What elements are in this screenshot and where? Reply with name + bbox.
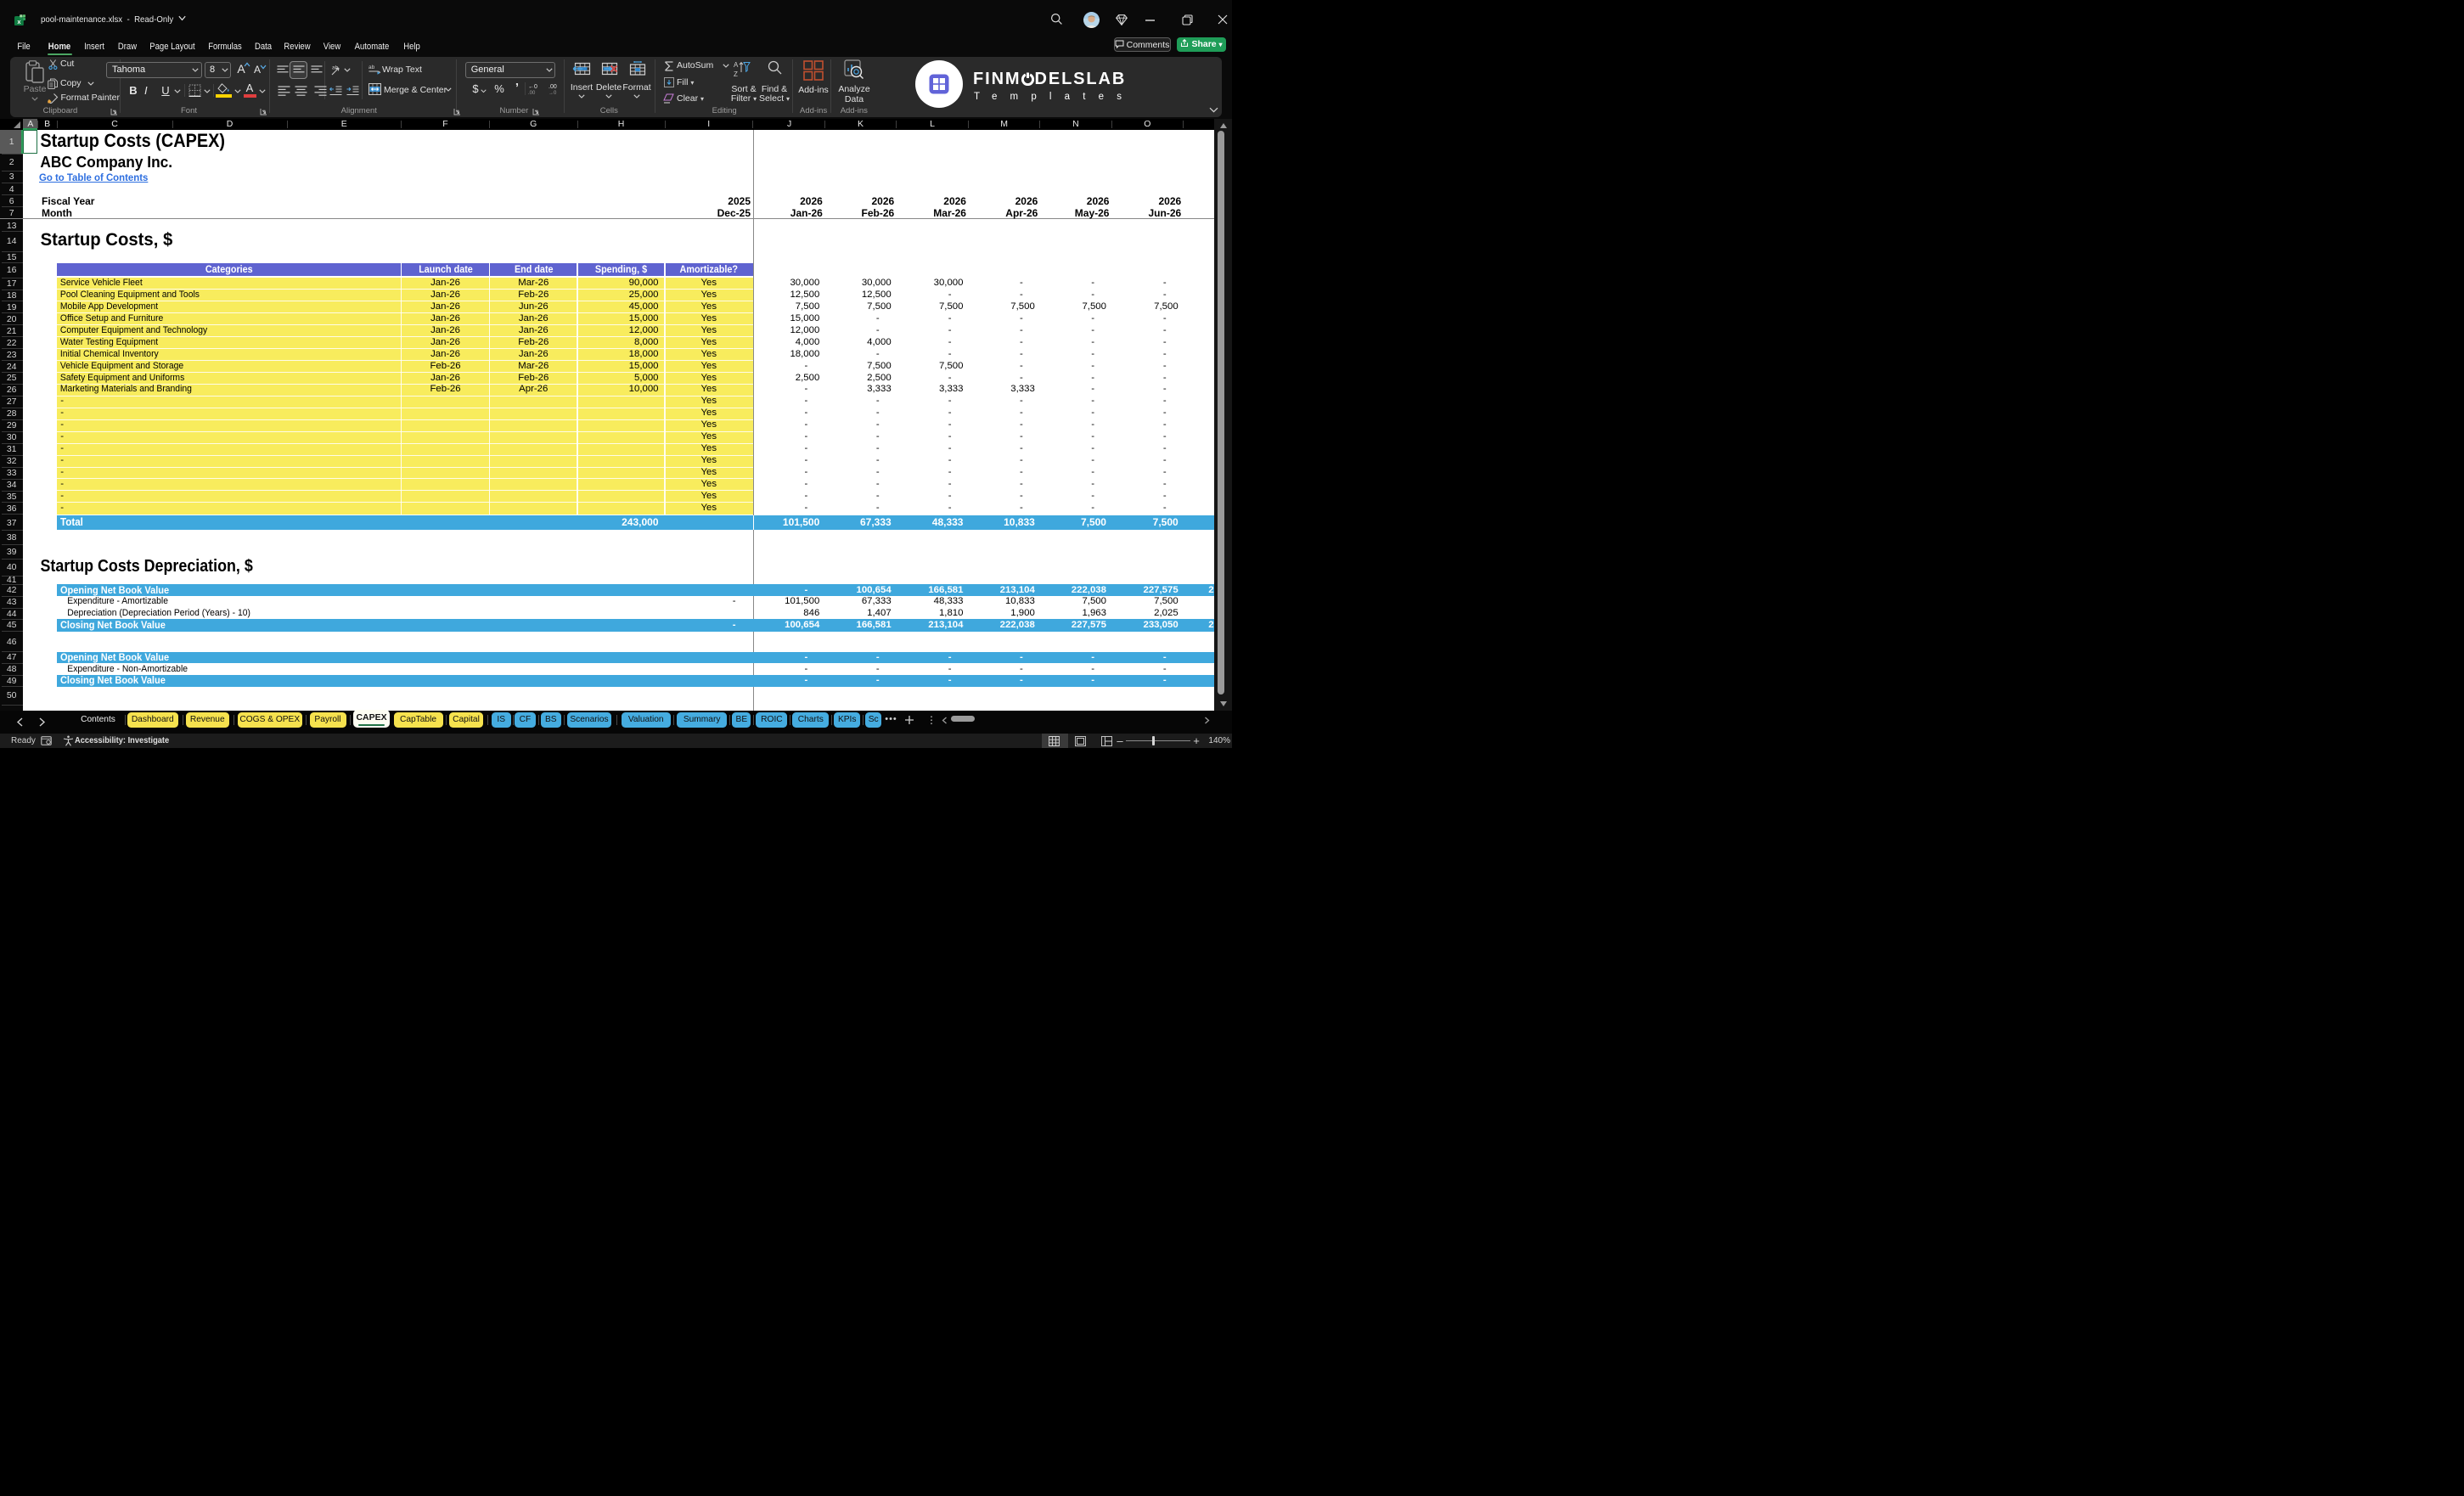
svg-text:.00: .00 (548, 84, 557, 90)
svg-text:←0: ←0 (528, 84, 537, 90)
svg-text:.00: .00 (528, 91, 536, 95)
svg-text:→0: →0 (548, 91, 557, 95)
svg-text:ab: ab (368, 65, 375, 70)
svg-text:Z: Z (734, 70, 738, 77)
svg-text:ab: ab (332, 65, 339, 71)
svg-text:A: A (734, 61, 739, 69)
